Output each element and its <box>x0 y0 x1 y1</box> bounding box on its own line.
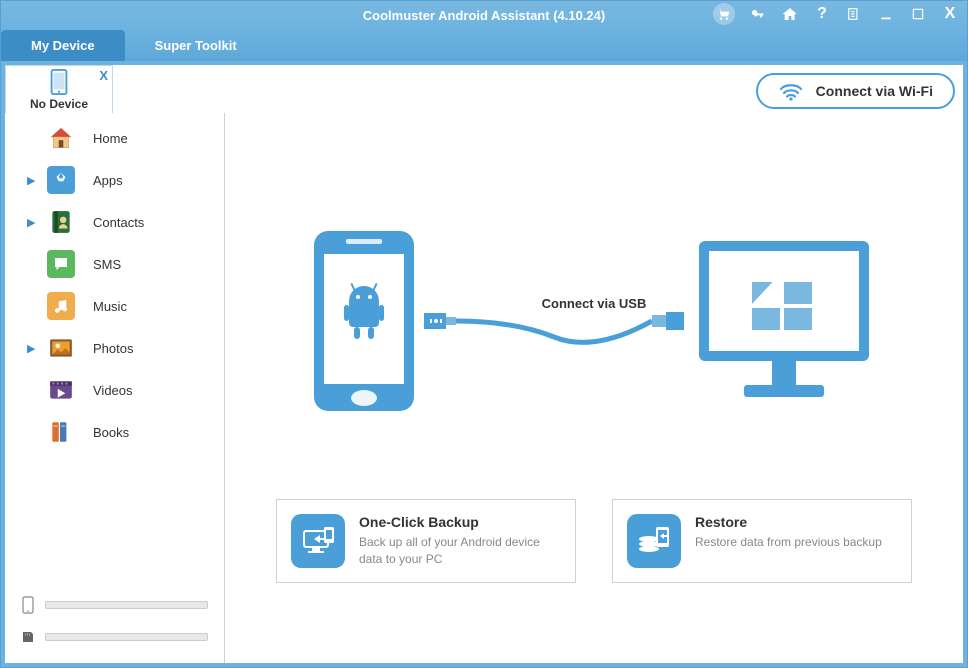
sidebar-label: Apps <box>93 173 123 188</box>
sidebar-item-home[interactable]: Home <box>5 117 224 159</box>
apps-icon <box>47 166 75 194</box>
sidebar-item-contacts[interactable]: ▶ Contacts <box>5 201 224 243</box>
chevron-right-icon[interactable]: ▶ <box>27 342 39 355</box>
key-icon[interactable] <box>749 5 767 23</box>
restore-desc: Restore data from previous backup <box>695 534 882 551</box>
maximize-icon[interactable] <box>909 5 927 23</box>
tab-my-device[interactable]: My Device <box>1 30 125 61</box>
wifi-icon <box>778 81 804 101</box>
storage-sd-row <box>21 627 208 647</box>
connect-wifi-button[interactable]: Connect via Wi-Fi <box>756 73 955 109</box>
content-area: Home ▶ Apps ▶ Contacts <box>5 113 963 663</box>
usb-connect-label: Connect via USB <box>542 296 647 311</box>
photos-icon <box>47 334 75 362</box>
sidebar-item-videos[interactable]: Videos <box>5 369 224 411</box>
sidebar-item-sms[interactable]: SMS <box>5 243 224 285</box>
main-panel: Connect via USB <box>225 113 963 663</box>
device-tab-close-icon[interactable]: X <box>99 68 108 83</box>
tab-super-toolkit[interactable]: Super Toolkit <box>125 30 267 61</box>
chevron-right-icon[interactable]: ▶ <box>27 216 39 229</box>
tabbar: My Device Super Toolkit <box>1 29 967 61</box>
phone-icon <box>49 69 69 95</box>
phone-storage-bar <box>45 601 208 609</box>
close-icon[interactable]: X <box>941 5 959 23</box>
backup-card[interactable]: One-Click Backup Back up all of your And… <box>276 499 576 583</box>
android-phone-illustration <box>304 226 424 416</box>
sd-storage-bar <box>45 633 208 641</box>
backup-card-text: One-Click Backup Back up all of your And… <box>359 514 561 568</box>
phone-storage-icon <box>21 595 35 615</box>
storage-phone-row <box>21 595 208 615</box>
restore-card-text: Restore Restore data from previous backu… <box>695 514 882 551</box>
device-tab[interactable]: X No Device <box>5 65 113 113</box>
sidebar-item-photos[interactable]: ▶ Photos <box>5 327 224 369</box>
sidebar-label: Home <box>93 131 128 146</box>
contacts-icon <box>47 208 75 236</box>
music-icon <box>47 292 75 320</box>
action-cards: One-Click Backup Back up all of your And… <box>245 479 943 643</box>
sidebar-item-apps[interactable]: ▶ Apps <box>5 159 224 201</box>
pc-illustration <box>684 226 884 416</box>
home-icon <box>47 124 75 152</box>
titlebar: Coolmuster Android Assistant (4.10.24) ?… <box>1 1 967 29</box>
sidebar-list: Home ▶ Apps ▶ Contacts <box>5 117 224 579</box>
chevron-right-icon[interactable]: ▶ <box>27 174 39 187</box>
connection-diagram: Connect via USB <box>245 163 943 479</box>
restore-title: Restore <box>695 514 882 530</box>
app-title: Coolmuster Android Assistant (4.10.24) <box>363 8 605 23</box>
backup-title: One-Click Backup <box>359 514 561 530</box>
sidebar-label: Videos <box>93 383 133 398</box>
videos-icon <box>47 376 75 404</box>
sd-storage-icon <box>21 627 35 647</box>
sidebar-item-books[interactable]: Books <box>5 411 224 453</box>
help-icon[interactable]: ? <box>813 5 831 23</box>
sidebar-label: Books <box>93 425 129 440</box>
minimize-icon[interactable] <box>877 5 895 23</box>
cart-icon[interactable] <box>713 3 735 25</box>
titlebar-buttons: ? X <box>713 3 959 25</box>
sidebar-item-music[interactable]: Music <box>5 285 224 327</box>
sidebar: Home ▶ Apps ▶ Contacts <box>5 113 225 663</box>
sidebar-label: Music <box>93 299 127 314</box>
books-icon <box>47 418 75 446</box>
device-tab-label: No Device <box>30 97 88 111</box>
app-window: Coolmuster Android Assistant (4.10.24) ?… <box>0 0 968 668</box>
backup-desc: Back up all of your Android device data … <box>359 534 561 568</box>
restore-icon <box>627 514 681 568</box>
device-tab-row: X No Device Connect via Wi-Fi <box>5 65 963 113</box>
wifi-button-label: Connect via Wi-Fi <box>816 83 933 99</box>
sms-icon <box>47 250 75 278</box>
home-icon[interactable] <box>781 5 799 23</box>
sidebar-label: Photos <box>93 341 133 356</box>
sidebar-label: SMS <box>93 257 121 272</box>
menu-icon[interactable] <box>845 5 863 23</box>
restore-card[interactable]: Restore Restore data from previous backu… <box>612 499 912 583</box>
backup-icon <box>291 514 345 568</box>
storage-section <box>5 579 224 663</box>
sidebar-label: Contacts <box>93 215 144 230</box>
